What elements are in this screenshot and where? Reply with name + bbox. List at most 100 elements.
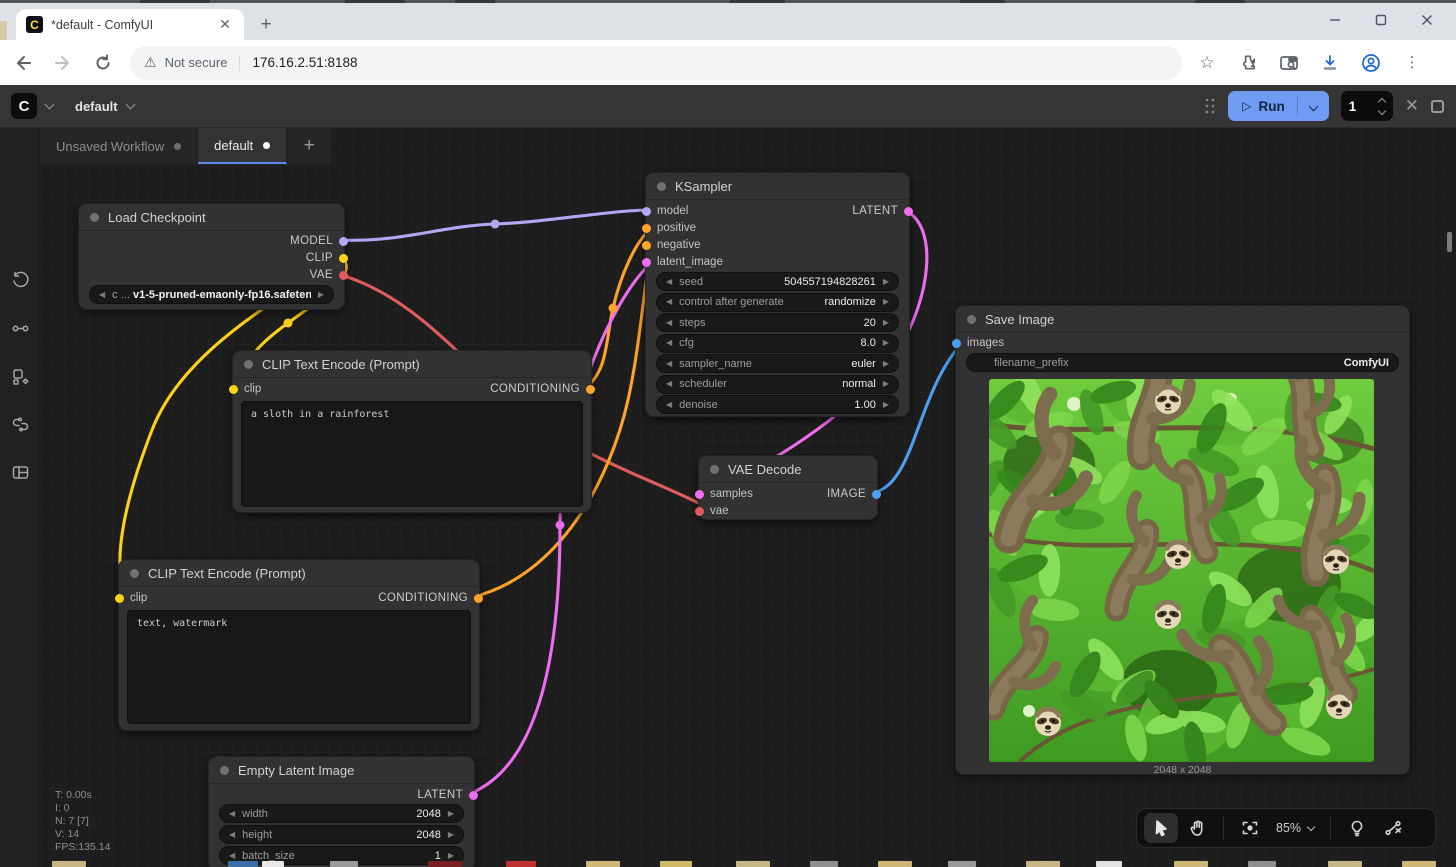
decrement-arrow-icon[interactable]: ◀ bbox=[229, 831, 235, 839]
select-tool-button[interactable] bbox=[1144, 813, 1178, 843]
slot-dot[interactable] bbox=[642, 258, 651, 267]
input-slot-negative[interactable]: negative bbox=[642, 238, 700, 252]
workflow-name[interactable]: default bbox=[75, 99, 118, 114]
profile-avatar-icon[interactable] bbox=[1355, 47, 1387, 79]
decrement-arrow-icon[interactable]: ◀ bbox=[666, 401, 672, 409]
url-text[interactable]: 176.16.2.51:8188 bbox=[252, 55, 357, 70]
slot-dot[interactable] bbox=[586, 385, 595, 394]
node-library-icon[interactable] bbox=[0, 311, 40, 345]
slot-dot[interactable] bbox=[642, 241, 651, 250]
combo-right-arrow-icon[interactable]: ▶ bbox=[318, 291, 324, 299]
bookmark-star-icon[interactable]: ☆ bbox=[1191, 47, 1223, 79]
increment-arrow-icon[interactable]: ▶ bbox=[883, 339, 889, 347]
widget-steps[interactable]: ◀ steps 20 ▶ bbox=[656, 313, 899, 332]
slot-dot[interactable] bbox=[642, 224, 651, 233]
decrement-arrow-icon[interactable]: ◀ bbox=[666, 319, 672, 327]
queue-history-icon[interactable] bbox=[0, 262, 40, 296]
workflow-tab-default[interactable]: default bbox=[198, 128, 287, 164]
browser-tab[interactable]: C *default - ComfyUI ✕ bbox=[16, 9, 244, 40]
collapse-dot[interactable] bbox=[710, 465, 719, 474]
download-icon[interactable] bbox=[1314, 47, 1346, 79]
widget-sampler-name[interactable]: ◀ sampler_name euler ▶ bbox=[656, 354, 899, 373]
back-button[interactable] bbox=[6, 46, 40, 80]
collapse-dot[interactable] bbox=[967, 315, 976, 324]
side-search-icon[interactable] bbox=[1273, 47, 1305, 79]
input-slot-latent-image[interactable]: latent_image bbox=[642, 255, 723, 269]
batch-count-value[interactable]: 1 bbox=[1349, 99, 1357, 114]
window-close-button[interactable] bbox=[1404, 3, 1450, 37]
input-slot-clip[interactable]: clip bbox=[229, 382, 261, 396]
slot-dot[interactable] bbox=[642, 207, 651, 216]
workflow-menu-chevron-icon[interactable] bbox=[125, 100, 135, 110]
output-slot-latent[interactable]: LATENT bbox=[417, 788, 478, 802]
input-slot-model[interactable]: model bbox=[642, 204, 688, 218]
slot-dot[interactable] bbox=[872, 490, 881, 499]
node-title-bar[interactable]: Save Image bbox=[956, 306, 1409, 333]
ckpt-name-combo[interactable]: ◀ c ... v1-5-pruned-emaonly-fp16.safeten… bbox=[89, 285, 334, 304]
output-slot-conditioning[interactable]: CONDITIONING bbox=[378, 591, 483, 605]
output-slot-model[interactable]: MODEL bbox=[290, 234, 348, 248]
collapse-dot[interactable] bbox=[244, 360, 253, 369]
increment-arrow-icon[interactable]: ▶ bbox=[883, 380, 889, 388]
comfyui-logo[interactable]: C bbox=[11, 93, 37, 119]
widget-height[interactable]: ◀ height 2048 ▶ bbox=[219, 825, 464, 844]
prompt-textarea[interactable]: text, watermark bbox=[127, 610, 471, 724]
decrement-arrow-icon[interactable]: ◀ bbox=[229, 810, 235, 818]
node-vae-decode[interactable]: VAE Decode samples vae IMAGE bbox=[698, 455, 878, 520]
slot-dot[interactable] bbox=[339, 254, 348, 263]
omnibox[interactable]: ⚠ Not secure 176.16.2.51:8188 bbox=[130, 46, 1182, 80]
increment-arrow-icon[interactable]: ▶ bbox=[883, 319, 889, 327]
stop-queue-icon[interactable] bbox=[1431, 100, 1444, 113]
node-title-bar[interactable]: CLIP Text Encode (Prompt) bbox=[233, 351, 591, 378]
batch-count-stepper[interactable] bbox=[1379, 99, 1385, 114]
batch-count-input[interactable]: 1 bbox=[1341, 91, 1393, 121]
zoom-level-value[interactable]: 85% bbox=[1276, 821, 1301, 835]
tab-close-icon[interactable]: ✕ bbox=[216, 16, 234, 34]
window-minimize-button[interactable] bbox=[1312, 3, 1358, 37]
stepper-up-icon[interactable] bbox=[1378, 97, 1386, 105]
collapse-dot[interactable] bbox=[220, 766, 229, 775]
node-title-bar[interactable]: Empty Latent Image bbox=[209, 757, 474, 784]
widget-denoise[interactable]: ◀ denoise 1.00 ▶ bbox=[656, 395, 899, 414]
increment-arrow-icon[interactable]: ▶ bbox=[883, 360, 889, 368]
node-save-image[interactable]: Save Image images filename_prefix ComfyU… bbox=[955, 305, 1410, 775]
toggle-theme-lightbulb-button[interactable] bbox=[1340, 813, 1374, 843]
input-slot-positive[interactable]: positive bbox=[642, 221, 696, 235]
new-tab-button[interactable]: + bbox=[252, 11, 280, 39]
widget-scheduler[interactable]: ◀ scheduler normal ▶ bbox=[656, 375, 899, 394]
new-workflow-tab-button[interactable]: + bbox=[287, 128, 331, 164]
increment-arrow-icon[interactable]: ▶ bbox=[883, 401, 889, 409]
input-slot-samples[interactable]: samples bbox=[695, 487, 753, 501]
widget-seed[interactable]: ◀ seed 504557194828261 ▶ bbox=[656, 272, 899, 291]
slot-dot[interactable] bbox=[474, 594, 483, 603]
output-slot-vae[interactable]: VAE bbox=[310, 268, 348, 282]
node-title-bar[interactable]: VAE Decode bbox=[699, 456, 877, 483]
decrement-arrow-icon[interactable]: ◀ bbox=[666, 380, 672, 388]
decrement-arrow-icon[interactable]: ◀ bbox=[666, 298, 672, 306]
output-slot-image[interactable]: IMAGE bbox=[827, 487, 881, 501]
slot-dot[interactable] bbox=[904, 207, 913, 216]
slot-dot[interactable] bbox=[115, 594, 124, 603]
browser-menu-icon[interactable]: ⋮ bbox=[1396, 47, 1428, 79]
slot-dot[interactable] bbox=[952, 339, 961, 348]
slot-dot[interactable] bbox=[695, 490, 704, 499]
increment-arrow-icon[interactable]: ▶ bbox=[448, 852, 454, 860]
stepper-down-icon[interactable] bbox=[1378, 106, 1386, 114]
node-clip-text-encode-positive[interactable]: CLIP Text Encode (Prompt) clip CONDITION… bbox=[232, 350, 592, 513]
zoom-level-dropdown[interactable]: 85% bbox=[1268, 821, 1322, 835]
clear-queue-icon[interactable]: ✕ bbox=[1405, 96, 1419, 116]
pan-tool-button[interactable] bbox=[1180, 813, 1214, 843]
output-slot-latent[interactable]: LATENT bbox=[852, 204, 913, 218]
widget-control-after-generate[interactable]: ◀ control after generate randomize ▶ bbox=[656, 293, 899, 312]
increment-arrow-icon[interactable]: ▶ bbox=[883, 278, 889, 286]
node-empty-latent-image[interactable]: Empty Latent Image LATENT ◀ width 2048 ▶… bbox=[208, 756, 475, 867]
widget-cfg[interactable]: ◀ cfg 8.0 ▶ bbox=[656, 334, 899, 353]
input-slot-clip[interactable]: clip bbox=[115, 591, 147, 605]
prompt-textarea[interactable]: a sloth in a rainforest bbox=[241, 401, 583, 507]
run-button[interactable]: ▷ Run bbox=[1228, 91, 1328, 121]
decrement-arrow-icon[interactable]: ◀ bbox=[666, 339, 672, 347]
output-slot-clip[interactable]: CLIP bbox=[306, 251, 348, 265]
run-options-chevron-icon[interactable] bbox=[1298, 97, 1329, 115]
fit-view-button[interactable] bbox=[1233, 813, 1267, 843]
ckpt-value[interactable]: v1-5-pruned-emaonly-fp16.safetensors bbox=[133, 289, 311, 301]
